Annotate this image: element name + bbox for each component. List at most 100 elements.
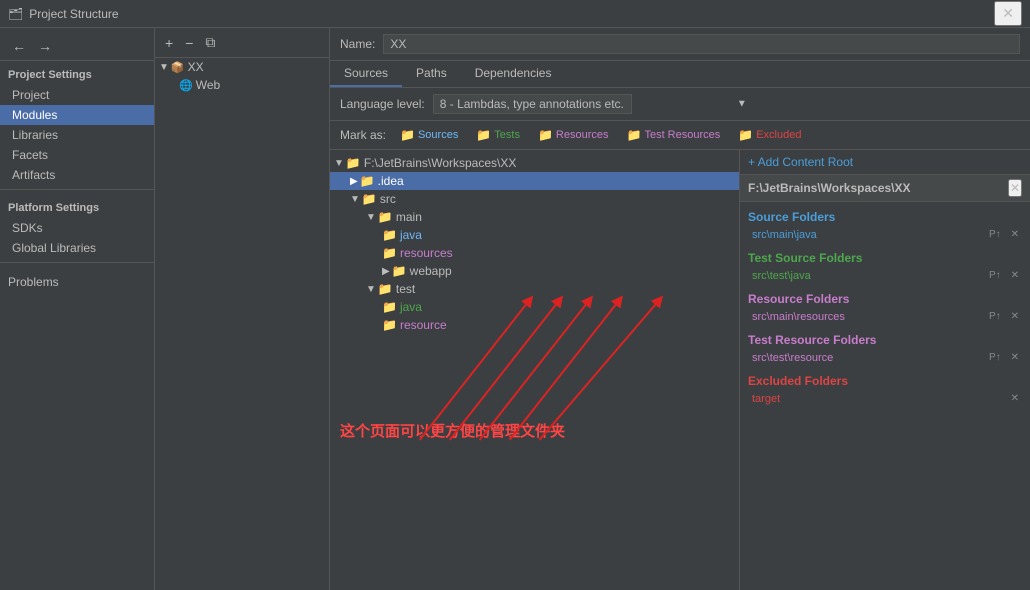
excluded-folder-item: target ✕ [740,390,1030,407]
test-source-folder-item: src\test\java P↑ ✕ [740,267,1030,284]
test-resource-folder-remove-btn[interactable]: ✕ [1008,351,1022,364]
test-resource-folder-path: src\test\resource [752,352,986,364]
webapp-label: webapp [410,264,452,278]
file-tree-root[interactable]: ▼ 📁 F:\JetBrains\Workspaces\XX [330,154,739,172]
mark-tests-label: Tests [494,129,520,141]
resource-test-folder-icon: 📁 [382,318,397,332]
file-tree-resources[interactable]: 📁 resources [330,244,739,262]
test-arrow-icon: ▼ [366,284,376,295]
sidebar-item-global-libraries[interactable]: Global Libraries [0,238,154,258]
excluded-folders-title: Excluded Folders [740,370,1030,390]
right-panel-header: + Add Content Root [740,150,1030,175]
remove-module-button[interactable]: − [181,33,197,53]
web-label: Web [196,78,220,92]
mark-sources-button[interactable]: 📁 Sources [396,126,462,144]
test-resource-folder-pkg-btn[interactable]: P↑ [986,351,1004,364]
copy-module-button[interactable]: ⧉ [201,32,219,53]
file-tree-java-test[interactable]: 📁 java [330,298,739,316]
add-module-button[interactable]: + [161,33,177,53]
test-source-folder-remove-btn[interactable]: ✕ [1008,269,1022,282]
sidebar-item-problems[interactable]: Problems [0,267,154,297]
excluded-folder-icon: 📁 [738,128,753,142]
file-tree-main[interactable]: ▼ 📁 main [330,208,739,226]
close-button[interactable]: ✕ [994,1,1022,26]
project-settings-label: Project Settings [0,61,154,85]
source-folder-item: src\main\java P↑ ✕ [740,226,1030,243]
resources-folder-icon: 📁 [538,128,553,142]
mark-test-resources-button[interactable]: 📁 Test Resources [623,126,725,144]
file-tree-area: ▼ 📁 F:\JetBrains\Workspaces\XX ▶ 📁 .idea… [330,150,740,590]
sources-folder-icon: 📁 [400,128,415,142]
file-tree-webapp[interactable]: ▶ 📁 webapp [330,262,739,280]
root-folder-icon: 📁 [346,156,361,170]
dropdown-arrow-icon: ▼ [737,99,747,110]
sidebar-item-sdks[interactable]: SDKs [0,218,154,238]
file-tree-idea[interactable]: ▶ 📁 .idea [330,172,739,190]
right-panel: + Add Content Root F:\JetBrains\Workspac… [740,150,1030,590]
lang-select[interactable]: 8 - Lambdas, type annotations etc. [433,94,632,114]
tab-sources[interactable]: Sources [330,61,402,87]
source-folder-path: src\main\java [752,229,986,241]
sidebar: ← → Project Settings Project Modules Lib… [0,28,155,590]
resources-folder-icon-tree: 📁 [382,246,397,260]
mark-tests-button[interactable]: 📁 Tests [472,126,524,144]
test-label: test [396,282,415,296]
resource-folder-remove-btn[interactable]: ✕ [1008,310,1022,323]
sidebar-item-libraries[interactable]: Libraries [0,125,154,145]
tab-paths[interactable]: Paths [402,61,461,87]
test-folder-icon: 📁 [378,282,393,296]
source-folder-pkg-btn[interactable]: P↑ [986,228,1004,241]
sidebar-item-facets[interactable]: Facets [0,145,154,165]
module-node-xx[interactable]: ▼ 📦 XX [155,58,329,76]
title-bar-left: 🗂 Project Structure [8,7,119,21]
title-bar: 🗂 Project Structure ✕ [0,0,1030,28]
test-resource-folders-section: Test Resource Folders src\test\resource … [740,329,1030,366]
file-tree-java-main[interactable]: 📁 java [330,226,739,244]
right-path-label: F:\JetBrains\Workspaces\XX [748,181,911,195]
tab-dependencies[interactable]: Dependencies [461,61,566,87]
mark-excluded-button[interactable]: 📁 Excluded [734,126,805,144]
sidebar-toolbar: ← → [0,32,154,61]
lang-select-wrap: 8 - Lambdas, type annotations etc. ▼ [433,94,753,114]
test-source-folder-path: src\test\java [752,270,986,282]
module-node-web[interactable]: 🌐 Web [155,76,329,94]
nav-back-button[interactable]: ← [8,36,30,56]
src-folder-icon: 📁 [362,192,377,206]
source-folder-actions: P↑ ✕ [986,228,1022,241]
idea-arrow-icon: ▶ [350,176,358,187]
test-resource-folder-actions: P↑ ✕ [986,351,1022,364]
mark-resources-label: Resources [556,129,609,141]
java-main-label: java [400,228,422,242]
expand-arrow: ▼ [159,62,169,73]
file-tree-src[interactable]: ▼ 📁 src [330,190,739,208]
name-input[interactable] [383,34,1020,54]
test-source-folders-section: Test Source Folders src\test\java P↑ ✕ [740,247,1030,284]
mark-resources-button[interactable]: 📁 Resources [534,126,613,144]
mark-sources-label: Sources [418,129,458,141]
excluded-folder-remove-btn[interactable]: ✕ [1008,392,1022,405]
excluded-folder-actions: ✕ [1008,392,1022,405]
source-folder-remove-btn[interactable]: ✕ [1008,228,1022,241]
title-bar-title: Project Structure [29,7,118,21]
sidebar-item-project[interactable]: Project [0,85,154,105]
add-content-root-button[interactable]: + Add Content Root [748,155,853,169]
tree-toolbar: + − ⧉ [155,28,329,58]
excluded-folders-section: Excluded Folders target ✕ [740,370,1030,407]
file-tree-resource-test[interactable]: 📁 resource [330,316,739,334]
sidebar-item-artifacts[interactable]: Artifacts [0,165,154,185]
sidebar-item-modules[interactable]: Modules [0,105,154,125]
idea-label: .idea [378,174,404,188]
root-label: F:\JetBrains\Workspaces\XX [364,156,517,170]
resources-label: resources [400,246,453,260]
webapp-arrow-icon: ▶ [382,266,390,277]
resource-folder-pkg-btn[interactable]: P↑ [986,310,1004,323]
resource-folder-path: src\main\resources [752,311,986,323]
webapp-folder-icon: 📁 [392,264,407,278]
nav-forward-button[interactable]: → [34,36,56,56]
name-bar: Name: [330,28,1030,61]
annotation-text: 这个页面可以更方便的管理文件夹 [340,420,565,441]
main-container: ← → Project Settings Project Modules Lib… [0,28,1030,590]
test-source-folder-pkg-btn[interactable]: P↑ [986,269,1004,282]
file-tree-test[interactable]: ▼ 📁 test [330,280,739,298]
right-path-close-button[interactable]: ✕ [1008,179,1022,197]
